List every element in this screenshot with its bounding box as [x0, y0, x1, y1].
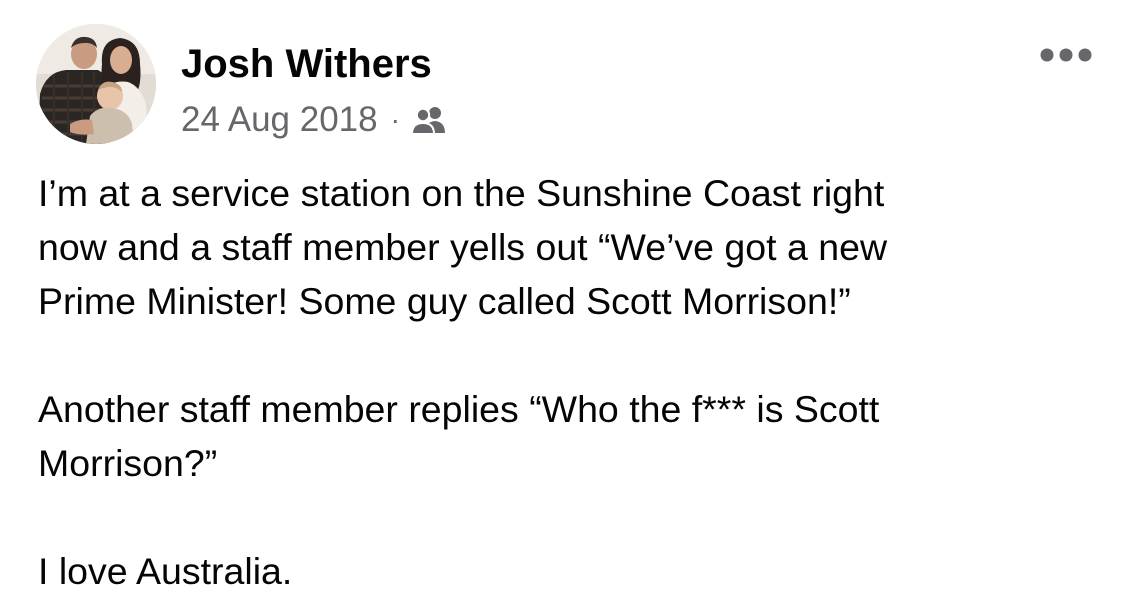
post-paragraph: I love Australia. [38, 550, 293, 592]
post-body: I’m at a service station on the Sunshine… [38, 166, 1098, 598]
meta-separator: · [390, 104, 400, 135]
friends-icon[interactable] [410, 106, 448, 135]
post-timestamp[interactable]: 24 Aug 2018 [181, 100, 378, 140]
author-name[interactable]: Josh Withers [181, 41, 432, 87]
avatar[interactable] [36, 24, 156, 144]
post-paragraph: I’m at a service station on the Sunshine… [38, 172, 888, 322]
post-header: Josh Withers 24 Aug 2018 · [36, 24, 1096, 144]
post-meta: 24 Aug 2018 · [181, 100, 448, 140]
post-paragraph: Another staff member replies “Who the f*… [38, 388, 880, 484]
family-photo-avatar-icon [36, 24, 156, 144]
more-options-icon [1040, 48, 1092, 62]
more-options-button[interactable] [1036, 38, 1096, 72]
